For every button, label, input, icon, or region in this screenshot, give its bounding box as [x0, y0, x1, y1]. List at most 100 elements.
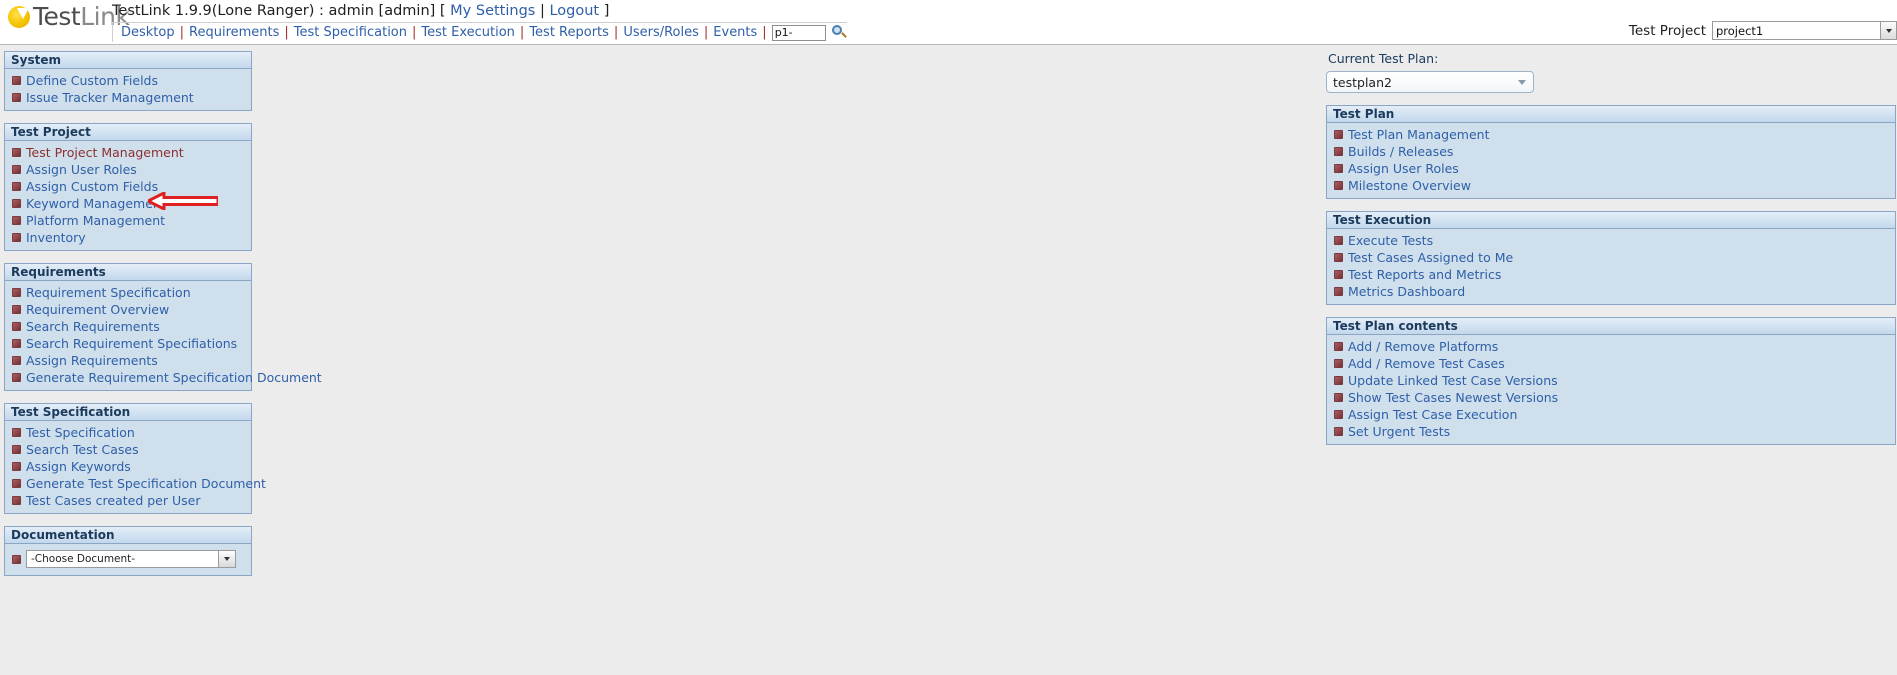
my-settings-link[interactable]: My Settings [450, 3, 535, 19]
bullet-icon [12, 428, 21, 437]
sidebar-item-inventory[interactable]: Inventory [5, 229, 251, 246]
sidebar-item-label: Inventory [26, 230, 86, 245]
sidebar-item-label: Test Cases Assigned to Me [1348, 250, 1514, 265]
sidebar-item-label: Assign Custom Fields [26, 179, 159, 194]
sidebar-item-metrics-dashboard[interactable]: Metrics Dashboard [1327, 283, 1895, 300]
sidebar-item-label: Set Urgent Tests [1348, 424, 1451, 439]
sidebar-item-execute-tests[interactable]: Execute Tests [1327, 232, 1895, 249]
sidebar-item-issue-tracker-management[interactable]: Issue Tracker Management [5, 89, 251, 106]
nav-item-requirements[interactable]: Requirements [184, 25, 284, 40]
sidebar-item-assign-test-case-execution[interactable]: Assign Test Case Execution [1327, 406, 1895, 423]
bullet-icon [1334, 181, 1343, 190]
bullet-icon [1334, 130, 1343, 139]
sidebar-item-assign-requirements[interactable]: Assign Requirements [5, 352, 251, 369]
sidebar-item-add-remove-test-cases[interactable]: Add / Remove Test Cases [1327, 355, 1895, 372]
sidebar-item-search-test-cases[interactable]: Search Test Cases [5, 441, 251, 458]
nav-item-test-reports[interactable]: Test Reports [524, 25, 614, 40]
sidebar-item-test-cases-assigned-to-me[interactable]: Test Cases Assigned to Me [1327, 249, 1895, 266]
sidebar-item-generate-test-specification-document[interactable]: Generate Test Specification Document [5, 475, 266, 492]
sidebar-item-test-cases-created-per-user[interactable]: Test Cases created per User [5, 492, 251, 509]
panel-title-test-specification: Test Specification [5, 404, 251, 421]
header-bracket-close: ] [603, 3, 610, 19]
sidebar-item-set-urgent-tests[interactable]: Set Urgent Tests [1327, 423, 1895, 440]
panel-body-test-project: Test Project Management Assign User Role… [5, 141, 251, 250]
sidebar-item-label: Define Custom Fields [26, 73, 159, 88]
bullet-icon [12, 339, 21, 348]
search-input[interactable] [771, 24, 826, 41]
bullet-icon [12, 93, 21, 102]
panel-title-system: System [5, 52, 251, 69]
sidebar-item-label: Search Test Cases [26, 442, 139, 457]
panel-title-documentation: Documentation [5, 527, 251, 544]
choose-document-dropdown[interactable]: -Choose Document- [26, 550, 236, 568]
sidebar-item-add-remove-platforms[interactable]: Add / Remove Platforms [1327, 338, 1895, 355]
sidebar-item-label: Test Reports and Metrics [1348, 267, 1502, 282]
panel-test-execution: Test Execution Execute Tests Test Cases … [1326, 211, 1896, 305]
sidebar-item-search-requirements[interactable]: Search Requirements [5, 318, 251, 335]
nav-item-test-execution[interactable]: Test Execution [416, 25, 520, 40]
sidebar-item-label: Builds / Releases [1348, 144, 1454, 159]
sidebar-item-label: Assign User Roles [26, 162, 137, 177]
nav-item-users-roles[interactable]: Users/Roles [618, 25, 704, 40]
nav-item-test-specification[interactable]: Test Specification [289, 25, 412, 40]
bullet-icon [12, 496, 21, 505]
sidebar-item-test-project-management[interactable]: Test Project Management [5, 144, 251, 161]
sidebar-item-label: Assign User Roles [1348, 161, 1459, 176]
sidebar-item-label: Generate Test Specification Document [26, 476, 266, 491]
logout-link[interactable]: Logout [549, 3, 599, 19]
bullet-icon [1334, 164, 1343, 173]
panel-test-project: Test Project Test Project Management Ass… [4, 123, 252, 251]
sidebar-item-label: Generate Requirement Specification Docum… [26, 370, 322, 385]
sidebar-item-show-test-cases-newest-versions[interactable]: Show Test Cases Newest Versions [1327, 389, 1895, 406]
panel-body-test-specification: Test Specification Search Test Cases Ass… [5, 421, 266, 513]
bullet-icon [1334, 342, 1343, 351]
sidebar-item-requirement-overview[interactable]: Requirement Overview [5, 301, 251, 318]
sidebar-item-platform-management[interactable]: Platform Management [5, 212, 251, 229]
sidebar-item-label: Update Linked Test Case Versions [1348, 373, 1558, 388]
bullet-icon [12, 373, 21, 382]
documentation-row: -Choose Document- [5, 547, 251, 571]
sidebar-item-label: Test Plan Management [1348, 127, 1490, 142]
panel-title-test-execution: Test Execution [1327, 212, 1895, 229]
sidebar-item-define-custom-fields[interactable]: Define Custom Fields [5, 72, 251, 89]
bullet-icon [1334, 270, 1343, 279]
current-test-plan-dropdown[interactable]: testplan2 [1326, 71, 1534, 93]
bullet-icon [12, 322, 21, 331]
sidebar-item-assign-keywords[interactable]: Assign Keywords [5, 458, 251, 475]
sidebar-item-keyword-management[interactable]: Keyword Management [5, 195, 251, 212]
sidebar-item-generate-requirement-specification-document[interactable]: Generate Requirement Specification Docum… [5, 369, 322, 386]
right-sidebar: Current Test Plan: testplan2 Test Plan T… [1326, 51, 1896, 457]
panel-test-plan: Test Plan Test Plan Management Builds / … [1326, 105, 1896, 199]
bullet-icon [12, 356, 21, 365]
sidebar-item-search-requirement-specifications[interactable]: Search Requirement Specifiations [5, 335, 251, 352]
sidebar-item-requirement-specification[interactable]: Requirement Specification [5, 284, 251, 301]
panel-body-system: Define Custom Fields Issue Tracker Manag… [5, 69, 251, 110]
test-project-dropdown[interactable]: project1 [1712, 21, 1897, 40]
sidebar-item-label: Execute Tests [1348, 233, 1434, 248]
bullet-icon [1334, 236, 1343, 245]
search-icon[interactable] [831, 25, 847, 40]
sidebar-item-assign-user-roles[interactable]: Assign User Roles [5, 161, 251, 178]
bullet-icon [12, 216, 21, 225]
bullet-icon [12, 165, 21, 174]
sidebar-item-assign-custom-fields[interactable]: Assign Custom Fields [5, 178, 251, 195]
sidebar-item-label: Platform Management [26, 213, 166, 228]
bullet-icon [12, 462, 21, 471]
panel-requirements: Requirements Requirement Specification R… [4, 263, 322, 391]
bullet-icon [1334, 287, 1343, 296]
sidebar-item-test-specification[interactable]: Test Specification [5, 424, 251, 441]
header-separator: | [539, 3, 545, 19]
sidebar-item-update-linked-test-case-versions[interactable]: Update Linked Test Case Versions [1327, 372, 1895, 389]
sidebar-item-builds-releases[interactable]: Builds / Releases [1327, 143, 1895, 160]
sidebar-item-test-reports-and-metrics[interactable]: Test Reports and Metrics [1327, 266, 1895, 283]
testlink-logo-icon [8, 5, 30, 28]
sidebar-item-test-plan-management[interactable]: Test Plan Management [1327, 126, 1895, 143]
nav-item-events[interactable]: Events [708, 25, 762, 40]
panel-documentation: Documentation -Choose Document- [4, 526, 252, 576]
sidebar-item-label: Test Project Management [26, 145, 184, 160]
sidebar-item-milestone-overview[interactable]: Milestone Overview [1327, 177, 1895, 194]
sidebar-item-label: Metrics Dashboard [1348, 284, 1466, 299]
bullet-icon [12, 76, 21, 85]
sidebar-item-assign-user-roles-plan[interactable]: Assign User Roles [1327, 160, 1895, 177]
nav-item-desktop[interactable]: Desktop [116, 25, 180, 40]
